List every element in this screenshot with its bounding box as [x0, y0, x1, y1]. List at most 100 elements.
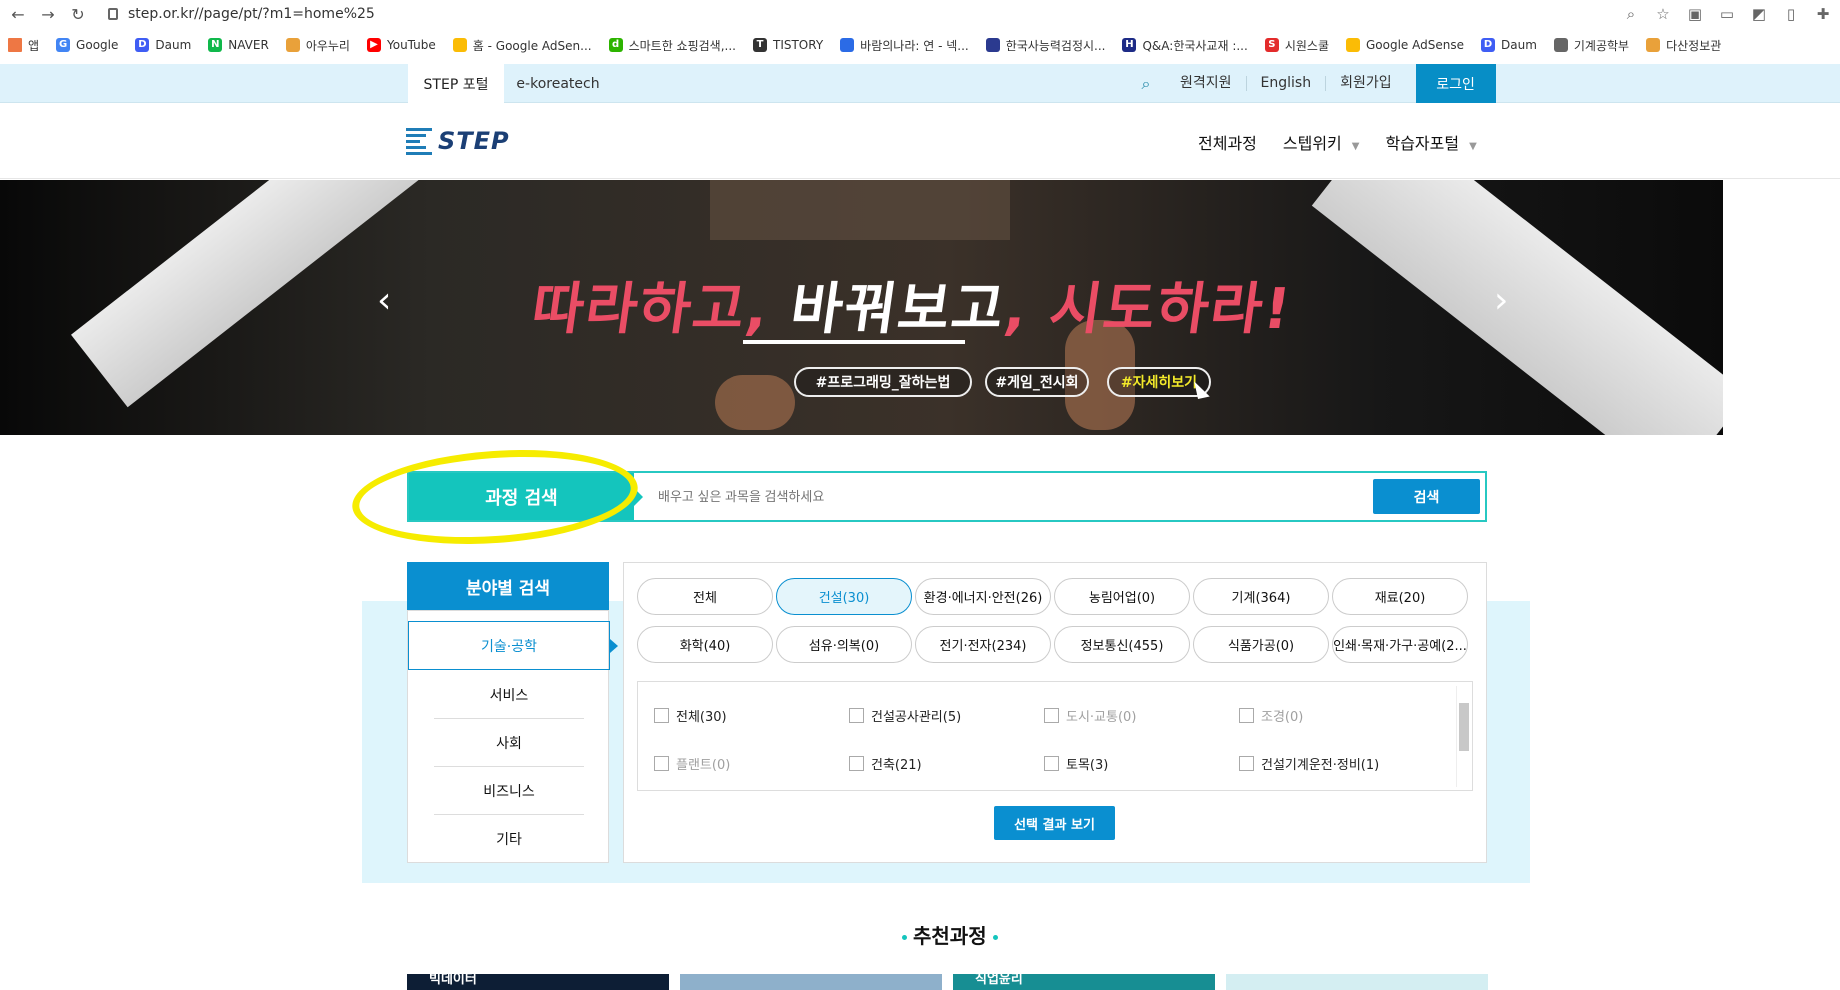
tag-game-exhibition[interactable]: #게임_전시회	[985, 367, 1089, 397]
pdf-icon[interactable]: ▯	[1780, 3, 1802, 25]
naver-icon: N	[208, 38, 223, 52]
remote-support-link[interactable]: 원격지원	[1166, 76, 1246, 91]
apps-icon	[8, 38, 22, 52]
adsense-icon	[452, 38, 467, 52]
bookmark-mechanical[interactable]: 기계공학부	[1553, 37, 1629, 54]
address-bar[interactable]: step.or.kr//page/pt/?m1=home%25	[108, 6, 375, 22]
sidebar-item-business[interactable]: 비즈니스	[434, 767, 584, 815]
logo-mark	[406, 124, 434, 158]
course-search-button[interactable]: 검색	[1373, 479, 1480, 514]
category-food[interactable]: 식품가공(0)	[1193, 626, 1329, 663]
sidebar-item-technology[interactable]: 기술·공학	[408, 621, 618, 670]
adsense-icon	[1346, 38, 1360, 52]
qna-icon: H	[1122, 38, 1137, 52]
subcategory-scrollbar[interactable]	[1456, 686, 1470, 787]
search-icon[interactable]: ⌕	[1126, 64, 1166, 103]
zoom-icon[interactable]: ⌕	[1620, 3, 1642, 25]
nav-all-courses[interactable]: 전체과정	[1198, 130, 1257, 154]
category-printing[interactable]: 인쇄·목재·가구·공예(2...	[1332, 626, 1468, 663]
bookmark-qna[interactable]: H Q&A:한국사교재 :...	[1122, 37, 1248, 54]
back-icon[interactable]: ←	[6, 2, 30, 26]
tab-step-portal[interactable]: STEP 포털	[408, 64, 504, 103]
english-link[interactable]: English	[1245, 76, 1326, 91]
category-chemistry[interactable]: 화학(40)	[637, 626, 773, 663]
category-agriculture[interactable]: 농림어업(0)	[1054, 578, 1190, 615]
category-materials[interactable]: 재료(20)	[1332, 578, 1468, 615]
course-card-2[interactable]	[680, 974, 942, 990]
tab-e-koreatech[interactable]: e-koreatech	[508, 64, 608, 103]
category-all[interactable]: 전체	[637, 578, 773, 615]
login-button[interactable]: 로그인	[1415, 64, 1496, 103]
step-logo[interactable]: STEP	[406, 123, 518, 159]
checkbox[interactable]	[1239, 756, 1254, 771]
subcategory-civil[interactable]: 토목(3)	[1044, 754, 1108, 773]
reload-icon[interactable]: ↻	[66, 2, 90, 26]
subcategory-all[interactable]: 전체(30)	[654, 706, 727, 725]
forward-icon[interactable]: →	[36, 2, 60, 26]
bookmark-siwon[interactable]: S 시원스쿨	[1264, 37, 1329, 54]
browser-actions: ⌕ ☆ ▣ ▭ ◩ ▯ ✚	[1620, 3, 1834, 25]
course-card-4[interactable]	[1226, 974, 1488, 990]
bookmark-daum-2[interactable]: D Daum	[1481, 38, 1537, 52]
extension-icon[interactable]: ▣	[1684, 3, 1706, 25]
scroll-thumb[interactable]	[1459, 703, 1469, 751]
aunuri-icon	[285, 38, 300, 52]
category-electric[interactable]: 전기·전자(234)	[915, 626, 1051, 663]
subcategory-construction-machinery[interactable]: 건설기계운전·정비(1)	[1239, 754, 1379, 773]
youtube-icon: ▶	[366, 38, 381, 52]
bookmark-aunuri[interactable]: 아우누리	[285, 37, 350, 54]
url-text[interactable]: step.or.kr//page/pt/?m1=home%25	[128, 6, 375, 22]
google-icon: G	[56, 38, 71, 52]
sidebar-item-society[interactable]: 사회	[434, 719, 584, 767]
desk-object	[710, 180, 1010, 240]
subcategory-plant: 플랜트(0)	[654, 754, 730, 773]
siwon-icon: S	[1264, 38, 1279, 52]
next-arrow-icon[interactable]: ›	[1494, 283, 1522, 319]
bookmark-youtube[interactable]: ▶ YouTube	[366, 38, 436, 52]
daum-icon: D	[135, 38, 150, 52]
checkbox[interactable]	[849, 756, 864, 771]
cast-icon[interactable]: ▭	[1716, 3, 1738, 25]
dot-icon	[902, 935, 907, 940]
bookmark-google[interactable]: G Google	[56, 38, 118, 52]
subcategory-construction-management[interactable]: 건설공사관리(5)	[849, 706, 961, 725]
subcategory-architecture[interactable]: 건축(21)	[849, 754, 922, 773]
course-card-big-data[interactable]: 빅데이터	[407, 974, 669, 990]
puzzle-icon[interactable]: ✚	[1812, 3, 1834, 25]
bookmark-baram[interactable]: 바람의나라: 연 - 넥...	[840, 37, 969, 54]
course-card-ethics[interactable]: 직업윤리	[953, 974, 1215, 990]
checkbox[interactable]	[654, 708, 669, 723]
bookmark-adsense[interactable]: Google AdSense	[1346, 38, 1464, 52]
view-selected-results-button[interactable]: 선택 결과 보기	[994, 806, 1115, 840]
bookmark-naver[interactable]: N NAVER	[208, 38, 269, 52]
flag-icon[interactable]: ◩	[1748, 3, 1770, 25]
previous-arrow-icon[interactable]: ‹	[377, 283, 405, 319]
category-ict[interactable]: 정보통신(455)	[1054, 626, 1190, 663]
category-panel: 전체 건설(30) 환경·에너지·안전(26) 농림어업(0) 기계(364) …	[623, 562, 1487, 863]
globe-icon	[1553, 38, 1568, 52]
bookmark-shopping[interactable]: d 스마트한 쇼핑검색,...	[608, 37, 736, 54]
sidebar-item-other[interactable]: 기타	[434, 815, 584, 863]
category-environment[interactable]: 환경·에너지·안전(26)	[915, 578, 1051, 615]
nav-step-wiki[interactable]: 스텝위키 ▼	[1283, 130, 1360, 154]
category-mechanical[interactable]: 기계(364)	[1193, 578, 1329, 615]
checkbox[interactable]	[1044, 756, 1059, 771]
tag-programming[interactable]: #프로그래밍_잘하는법	[794, 367, 972, 397]
bookmark-dasan[interactable]: 다산정보관	[1646, 37, 1721, 54]
star-icon[interactable]: ☆	[1652, 3, 1674, 25]
bookmark-apps[interactable]: 앱	[8, 37, 39, 54]
signup-link[interactable]: 회원가입	[1325, 76, 1406, 91]
checkbox[interactable]	[849, 708, 864, 723]
nav-learner-portal[interactable]: 학습자포털 ▼	[1385, 130, 1476, 154]
category-textiles[interactable]: 섬유·의복(0)	[776, 626, 912, 663]
bookmark-adsense-home[interactable]: 홈 - Google AdSen...	[452, 37, 592, 54]
sidebar-item-service[interactable]: 서비스	[434, 671, 584, 719]
banner-slogan: 따라하고, 바꿔보고, 시도하라!	[527, 277, 1297, 342]
course-search-input[interactable]	[634, 473, 1373, 520]
category-construction[interactable]: 건설(30)	[776, 578, 912, 615]
bookmark-daum[interactable]: D Daum	[135, 38, 191, 52]
bookmark-tistory[interactable]: T TISTORY	[752, 38, 823, 52]
hero-banner: ‹ › 따라하고, 바꿔보고, 시도하라! #프로그래밍_잘하는법 #게임_전시…	[0, 180, 1723, 435]
bookmark-history-test[interactable]: 한국사능력검정시...	[985, 37, 1105, 54]
game-icon	[840, 38, 855, 52]
